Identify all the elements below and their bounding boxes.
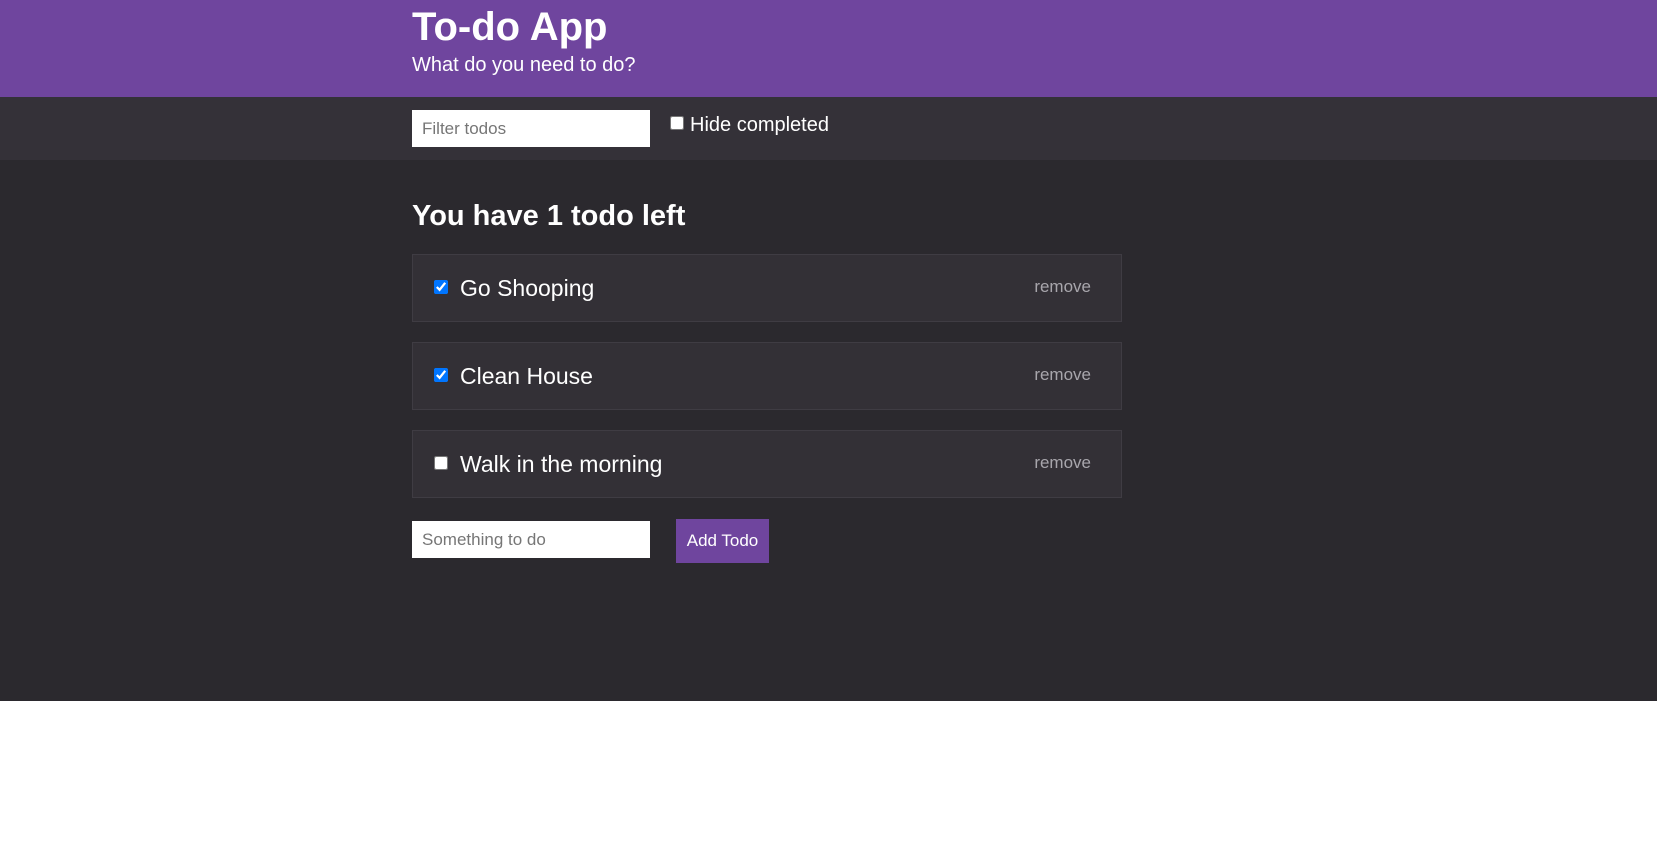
filter-bar: Hide completed bbox=[0, 97, 1657, 160]
hide-completed-toggle[interactable]: Hide completed bbox=[670, 113, 829, 137]
add-todo-form: Add Todo bbox=[412, 519, 1122, 563]
todo-app: To-do App What do you need to do? Hide c… bbox=[0, 0, 1657, 701]
hide-completed-label: Hide completed bbox=[690, 114, 829, 136]
app-header: To-do App What do you need to do? bbox=[0, 0, 1657, 97]
todo-item: Walk in the morning remove bbox=[412, 430, 1122, 498]
remove-todo-button[interactable]: remove bbox=[1034, 276, 1091, 298]
new-todo-input[interactable] bbox=[412, 521, 650, 558]
filter-todos-input[interactable] bbox=[412, 110, 650, 147]
remove-todo-button[interactable]: remove bbox=[1034, 452, 1091, 474]
todo-text: Clean House bbox=[460, 363, 593, 389]
todo-list: Go Shooping remove Clean House remove Wa… bbox=[412, 254, 1122, 518]
todo-text: Go Shooping bbox=[460, 275, 595, 301]
hide-completed-checkbox[interactable] bbox=[670, 116, 684, 130]
app-subtitle: What do you need to do? bbox=[412, 54, 636, 76]
todo-summary: You have 1 todo left bbox=[412, 200, 686, 232]
main-content: You have 1 todo left Go Shooping remove … bbox=[0, 160, 1657, 701]
todo-item: Go Shooping remove bbox=[412, 254, 1122, 322]
todo-complete-checkbox[interactable] bbox=[434, 368, 448, 382]
remove-todo-button[interactable]: remove bbox=[1034, 364, 1091, 386]
todo-text: Walk in the morning bbox=[460, 451, 663, 477]
todo-complete-checkbox[interactable] bbox=[434, 456, 448, 470]
todo-complete-checkbox[interactable] bbox=[434, 280, 448, 294]
todo-item: Clean House remove bbox=[412, 342, 1122, 410]
add-todo-button[interactable]: Add Todo bbox=[676, 519, 769, 563]
app-title: To-do App bbox=[412, 5, 608, 49]
